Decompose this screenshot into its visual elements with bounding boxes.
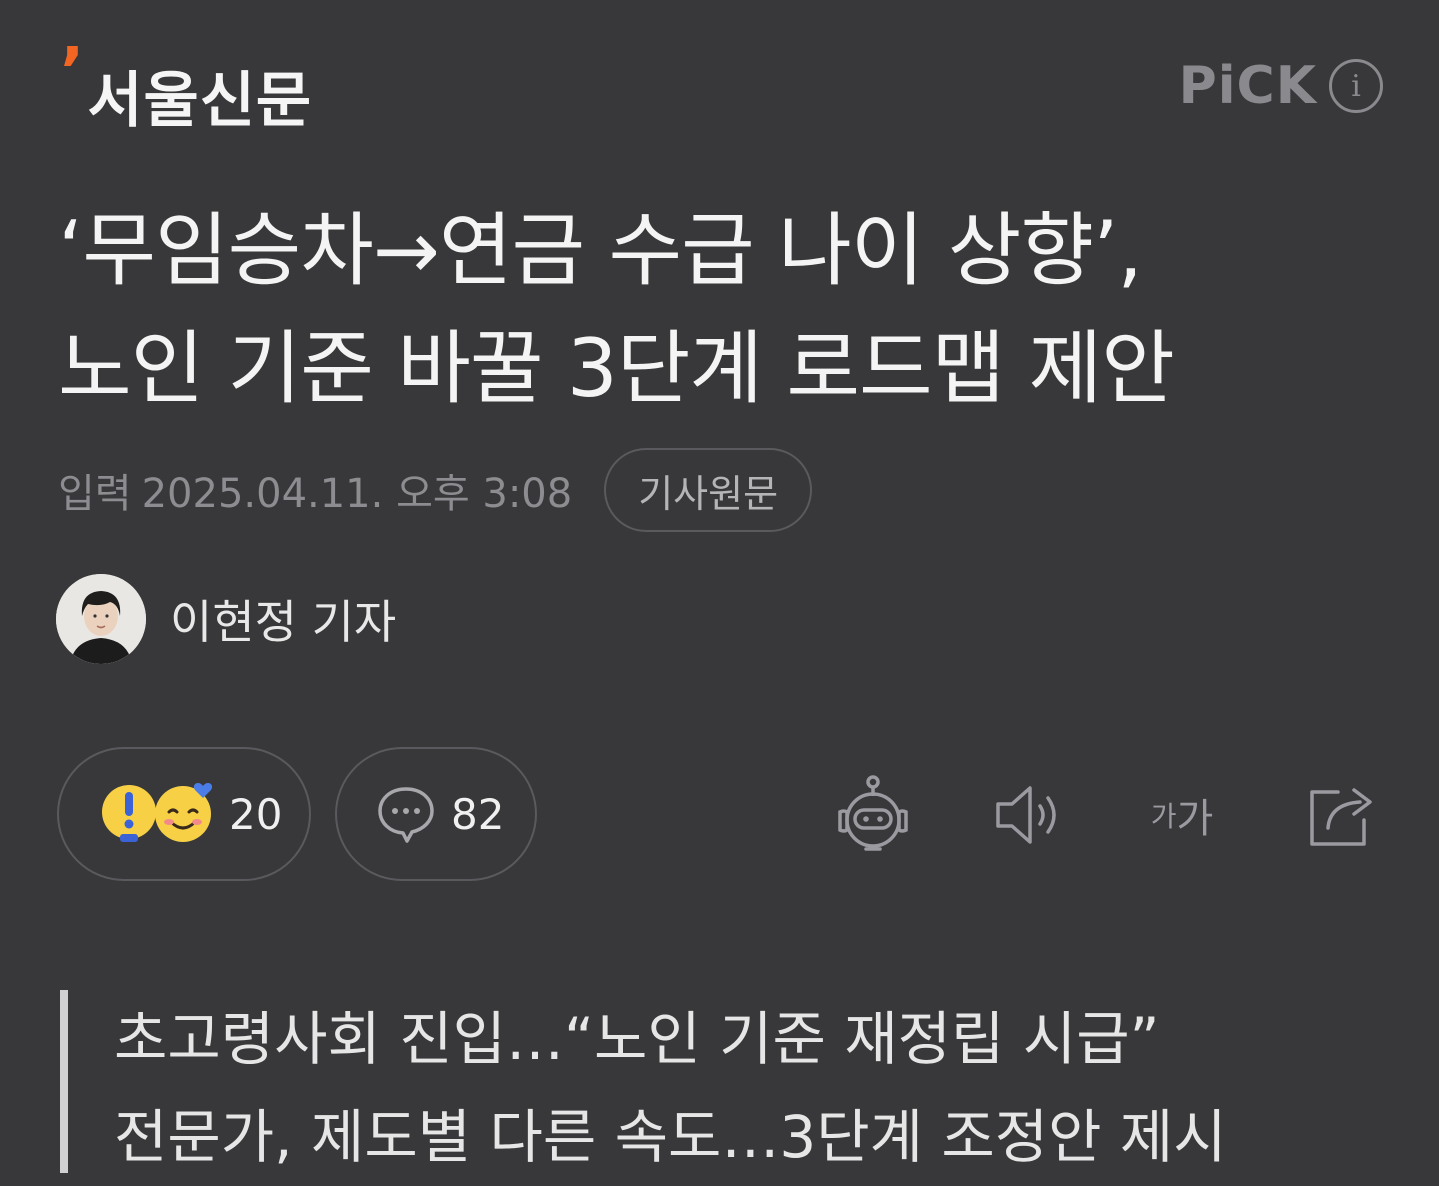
title-line-1: ‘무임승차→연금 수급 나이 상향’, — [58, 204, 1143, 297]
share-button[interactable] — [1296, 770, 1386, 860]
text-to-speech-button[interactable] — [984, 770, 1074, 860]
ai-summary-bot-button[interactable] — [828, 770, 918, 860]
article-meta: 입력 2025.04.11. 오후 3:08 기사원문 — [58, 446, 813, 534]
author-name[interactable]: 이현정 기자 — [170, 586, 396, 652]
article-title: ‘무임승차→연금 수급 나이 상향’, 노인 기준 바꿀 3단계 로드맵 제안 — [58, 192, 1388, 428]
original-article-button[interactable]: 기사원문 — [604, 448, 813, 532]
summary-line-2: 전문가, 제도별 다른 속도…3단계 조정안 제시 — [114, 1103, 1227, 1171]
share-icon — [1310, 788, 1372, 846]
comment-button[interactable]: 82 — [335, 747, 537, 881]
comment-icon — [375, 783, 437, 845]
article-summary: 초고령사회 진입…“노인 기준 재정립 시급” 전문가, 제도별 다른 속도…3… — [60, 990, 1360, 1173]
font-size-small-label: 가 — [1150, 800, 1177, 833]
robot-icon — [838, 775, 908, 851]
speaker-icon — [996, 786, 1056, 844]
title-line-2: 노인 기준 바꿀 3단계 로드맵 제안 — [58, 322, 1175, 415]
author-row[interactable]: 이현정 기자 — [56, 574, 396, 664]
date-label: 입력 — [58, 471, 132, 517]
summary-line-1: 초고령사회 진입…“노인 기준 재정립 시급” — [114, 1005, 1160, 1073]
reaction-count: 20 — [229, 789, 283, 839]
reaction-button[interactable]: 20 — [57, 747, 311, 881]
comment-count: 82 — [451, 789, 505, 839]
font-size-large-label: 가 — [1176, 796, 1214, 842]
pick-label: PiCK — [1178, 56, 1317, 116]
logo-text: 서울신문 — [87, 66, 313, 136]
pick-badge[interactable]: PiCK i — [1179, 56, 1383, 116]
reaction-emoji-icons — [99, 778, 215, 850]
avatar[interactable] — [56, 574, 146, 664]
font-size-button[interactable]: 가가 — [1134, 770, 1230, 860]
logo-mark: ’ — [60, 35, 86, 109]
date-value: 2025.04.11. 오후 3:08 — [141, 471, 573, 517]
publisher-logo[interactable]: ’ 서울신문 — [60, 35, 313, 139]
info-icon[interactable]: i — [1329, 59, 1383, 113]
publish-date: 입력 2025.04.11. 오후 3:08 — [58, 461, 572, 519]
